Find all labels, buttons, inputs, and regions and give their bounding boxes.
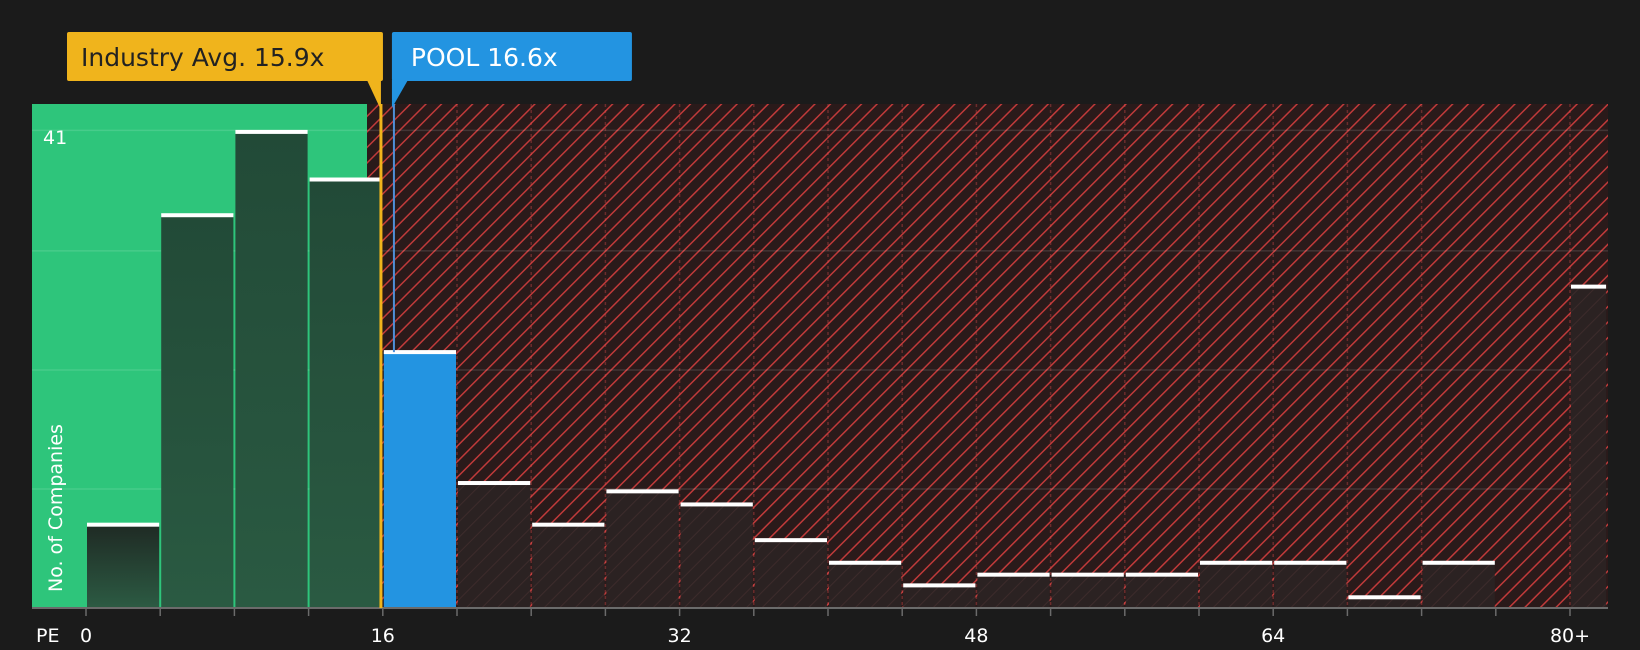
bar-cap xyxy=(1125,572,1198,577)
bar-cap xyxy=(235,129,308,134)
bar-cap xyxy=(754,538,827,543)
x-axis: 0 16 32 48 64 80+ xyxy=(32,607,1608,647)
company-pe-label: POOL 16.6x xyxy=(411,43,558,72)
bar xyxy=(383,352,456,608)
bar xyxy=(235,131,308,608)
x-tick-label: 64 xyxy=(1261,625,1285,647)
bar xyxy=(977,574,1050,608)
bar xyxy=(532,524,605,608)
bar-cap xyxy=(829,560,902,565)
bar-cap xyxy=(1348,595,1421,600)
x-tick-label: 0 xyxy=(80,625,92,647)
bar-cap xyxy=(903,583,976,588)
company-pe-pointer xyxy=(391,80,408,108)
x-tick-label: 48 xyxy=(964,625,988,647)
bar xyxy=(1274,562,1347,608)
bar xyxy=(1422,562,1495,608)
bar-cap xyxy=(458,481,531,486)
bar-cap xyxy=(1422,560,1495,565)
bar xyxy=(309,179,382,608)
bar-cap xyxy=(1571,284,1607,289)
bar-cap xyxy=(1051,572,1124,577)
bar xyxy=(1200,562,1273,608)
bar-cap xyxy=(606,489,679,494)
bar xyxy=(680,504,753,608)
bar-cap xyxy=(977,572,1050,577)
bar-cap xyxy=(1274,560,1347,565)
bar xyxy=(161,215,234,608)
bar xyxy=(87,524,160,608)
bar-cap xyxy=(309,177,382,182)
bar-cap xyxy=(161,213,234,218)
bar xyxy=(903,585,976,608)
pe-histogram-chart: 0 16 32 48 64 80+ 41 No. of Companies PE Indu… xyxy=(32,32,1608,647)
bar-cap xyxy=(680,502,753,507)
bar xyxy=(606,491,679,608)
x-axis-title: PE xyxy=(36,625,59,647)
bar-cap xyxy=(532,522,605,527)
bar-cap xyxy=(87,522,160,527)
bar xyxy=(754,540,827,608)
bar xyxy=(1051,574,1124,608)
x-tick-label: 16 xyxy=(371,625,395,647)
bar xyxy=(458,483,531,608)
x-tick-label: 80+ xyxy=(1550,625,1590,647)
bar-cap xyxy=(1200,560,1273,565)
bar xyxy=(829,562,902,608)
y-axis-max-label: 41 xyxy=(43,127,67,149)
industry-average-label: Industry Avg. 15.9x xyxy=(81,43,324,72)
bar xyxy=(1125,574,1198,608)
x-tick-label: 32 xyxy=(668,625,692,647)
y-axis-title: No. of Companies xyxy=(45,424,67,592)
bar xyxy=(1571,286,1607,608)
